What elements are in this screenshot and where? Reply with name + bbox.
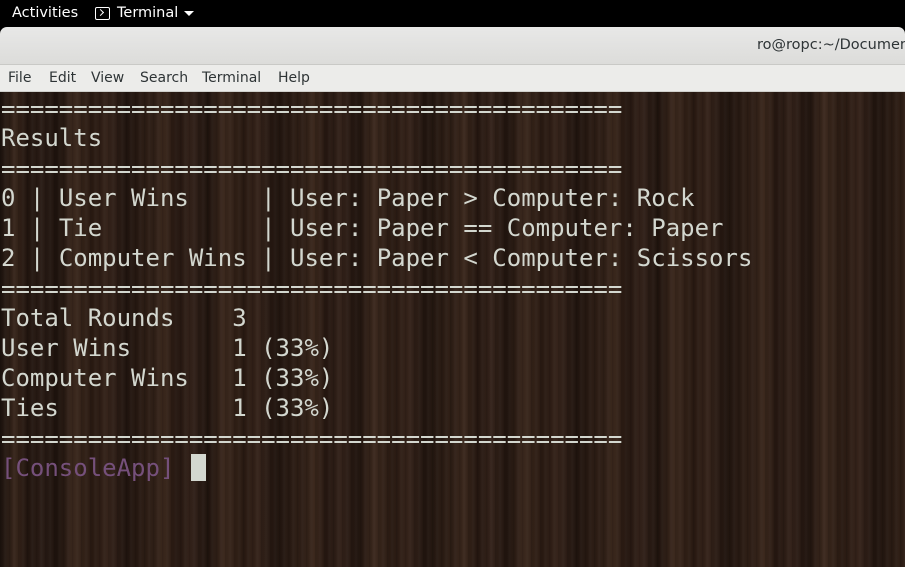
round-row: 1 | Tie | User: Paper == Computer: Paper (1, 214, 724, 242)
menu-terminal[interactable]: Terminal (202, 70, 261, 86)
results-heading: Results (1, 124, 103, 152)
round-index: 2 (1, 244, 16, 272)
window-titlebar[interactable]: ro@ropc:~/Documents (0, 27, 905, 65)
stat-row: Total Rounds 3 (1, 303, 247, 333)
menu-bar: File Edit View Search Terminal Help (0, 65, 905, 92)
round-row: 0 | User Wins | User: Paper > Computer: … (1, 184, 695, 212)
stat-label: Total Rounds (1, 304, 175, 332)
prompt-line[interactable]: [ConsoleApp] (1, 453, 206, 483)
separator-line: ========================================… (1, 95, 623, 123)
activities-button[interactable]: Activities (12, 5, 78, 21)
stat-label: User Wins (1, 334, 132, 362)
round-index: 0 (1, 184, 16, 212)
window-title: ro@ropc:~/Documents (757, 37, 905, 53)
chevron-down-icon (184, 10, 195, 16)
stat-label: Computer Wins (1, 364, 189, 392)
app-menu-label: Terminal (117, 5, 179, 21)
menu-file[interactable]: File (8, 70, 31, 86)
menu-help[interactable]: Help (278, 70, 310, 86)
stat-row: Computer Wins 1 (33%) (1, 363, 333, 393)
menu-edit[interactable]: Edit (49, 70, 76, 86)
round-detail: User: Paper > Computer: Rock (290, 184, 695, 212)
round-outcome: User Wins (58, 184, 189, 212)
round-row: 2 | Computer Wins | User: Paper < Comput… (1, 244, 753, 272)
stat-label: Ties (1, 394, 59, 422)
stat-value: 1 (33%) (232, 364, 334, 392)
round-detail: User: Paper < Computer: Scissors (290, 244, 753, 272)
app-menu-button[interactable]: Terminal (95, 5, 195, 21)
gnome-top-bar: Activities Terminal (0, 0, 905, 27)
stat-value: 1 (33%) (232, 394, 334, 422)
stat-value: 3 (232, 304, 247, 332)
round-outcome: Tie (58, 214, 103, 242)
separator-line: ========================================… (1, 425, 623, 453)
stat-row: User Wins 1 (33%) (1, 333, 333, 363)
stat-value: 1 (33%) (232, 334, 334, 362)
shell-prompt: [ConsoleApp] (1, 454, 175, 482)
separator-line: ========================================… (1, 275, 623, 303)
menu-view[interactable]: View (91, 70, 124, 86)
menu-search[interactable]: Search (140, 70, 188, 86)
separator-line: ========================================… (1, 155, 623, 183)
terminal-icon (95, 6, 110, 20)
round-index: 1 (1, 214, 16, 242)
round-outcome: Computer Wins (58, 244, 247, 272)
stat-row: Ties 1 (33%) (1, 393, 333, 423)
terminal-output[interactable]: ========================================… (0, 92, 905, 567)
round-detail: User: Paper == Computer: Paper (290, 214, 724, 242)
text-cursor (190, 454, 206, 481)
